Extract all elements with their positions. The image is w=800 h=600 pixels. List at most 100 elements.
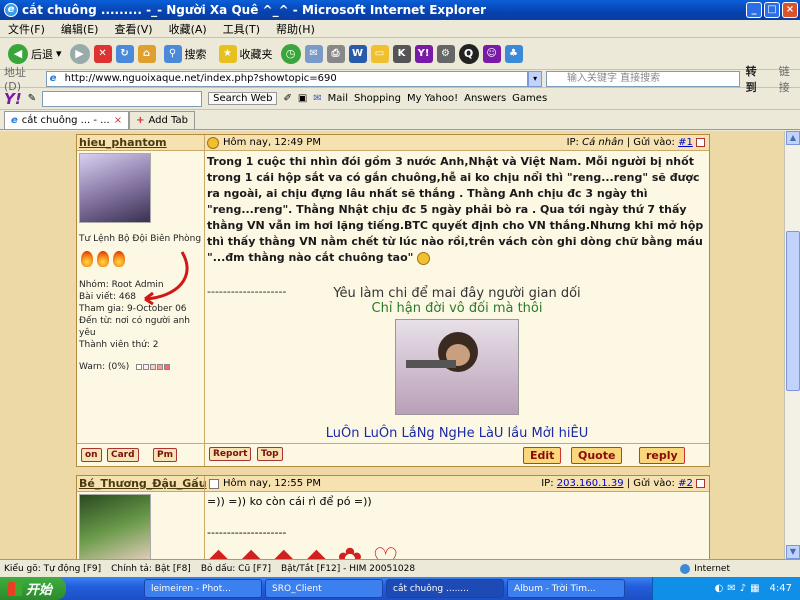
top-button[interactable]: Top xyxy=(257,447,283,461)
stop-icon[interactable]: ✕ xyxy=(93,44,112,63)
spellcheck-status: Chính tả: Bật [F8] xyxy=(111,563,191,574)
task-sro-client[interactable]: SRO_Client xyxy=(265,579,383,598)
menu-help[interactable]: 帮助(H) xyxy=(268,21,323,37)
user-info: Nhóm: Root Admin Bài viết: 468 Tham gia:… xyxy=(79,279,203,373)
maximize-button[interactable]: □ xyxy=(764,2,780,18)
my-yahoo-link[interactable]: My Yahoo! xyxy=(407,93,458,104)
scroll-thumb[interactable] xyxy=(786,231,800,391)
select-post-checkbox[interactable] xyxy=(696,137,705,147)
mail-icon[interactable]: ✉ xyxy=(313,93,321,104)
pm-button[interactable]: Pm xyxy=(153,448,177,462)
yahoo-logo[interactable]: Y! xyxy=(4,90,22,108)
refresh-icon[interactable]: ↻ xyxy=(115,44,134,63)
games-link[interactable]: Games xyxy=(512,93,547,104)
task-ie-current[interactable]: cắt chuông ........ xyxy=(386,579,504,598)
start-button[interactable]: 开始 xyxy=(0,577,66,600)
tool-icon[interactable]: ⚙ xyxy=(436,44,455,63)
address-input[interactable]: http://www.nguoixaque.net/index.php?show… xyxy=(45,70,529,87)
volume-icon[interactable]: ♪ xyxy=(740,583,746,594)
answers-link[interactable]: Answers xyxy=(464,93,506,104)
popup-icon[interactable]: ▣ xyxy=(298,93,307,104)
yahoo-icon[interactable]: Y! xyxy=(414,44,433,63)
user-location: Đến từ: nơi có người anh yêu xyxy=(79,316,191,338)
pencil-icon[interactable]: ✎ xyxy=(28,93,36,104)
vertical-scrollbar[interactable]: ▲ ▼ xyxy=(784,131,800,559)
column-divider xyxy=(204,135,205,466)
flame-icon xyxy=(81,251,93,267)
tab-close-icon[interactable]: × xyxy=(114,115,122,126)
menu-view[interactable]: 查看(V) xyxy=(106,21,160,37)
yahoo-mail-link[interactable]: Mail xyxy=(328,93,348,104)
back-button[interactable]: ◀ 后退 ▾ xyxy=(4,42,66,66)
home-icon[interactable]: ⌂ xyxy=(137,44,156,63)
print-icon[interactable]: ⎙ xyxy=(326,44,345,63)
user-joined: Tham gia: 9-October 06 xyxy=(79,304,187,314)
rank-flames xyxy=(81,251,125,267)
user-member-number: Thành viên thứ: 2 xyxy=(79,340,159,350)
task-album[interactable]: Album - Trời Tim... xyxy=(507,579,625,598)
report-button[interactable]: Report xyxy=(209,447,252,461)
network-icon[interactable]: ▦ xyxy=(750,583,759,594)
online-button[interactable]: on xyxy=(81,448,102,462)
select-post-checkbox[interactable] xyxy=(696,478,705,488)
task-photoshop[interactable]: leimeiren - Phot... xyxy=(144,579,262,598)
him-status: Bật/Tắt [F12] - HIM 20051028 xyxy=(280,563,416,574)
yahoo-search-input[interactable] xyxy=(42,90,203,107)
reply-button[interactable]: reply xyxy=(639,447,685,464)
history-icon[interactable]: ◷ xyxy=(280,43,301,64)
forward-button[interactable]: ▶ xyxy=(69,43,90,64)
back-label: 后退 xyxy=(31,47,53,61)
yahoo-messenger-icon[interactable]: ☺ xyxy=(482,44,501,63)
minimize-button[interactable]: _ xyxy=(746,2,762,18)
menu-favorites[interactable]: 收藏(A) xyxy=(161,21,215,37)
search-web-button[interactable]: Search Web xyxy=(208,92,278,105)
post-username[interactable]: Bé_Thương_Đậu_Gấu xyxy=(79,477,207,490)
signature-line-2: Chỉ hận đời vô đối mà thôi xyxy=(371,301,543,316)
mail-icon[interactable]: ✉ xyxy=(304,44,323,63)
qq-icon[interactable]: Q xyxy=(458,43,479,64)
star-icon: ★ xyxy=(218,44,237,63)
k-icon[interactable]: K xyxy=(392,44,411,63)
note-icon[interactable]: ▭ xyxy=(370,44,389,63)
zone-status: Internet xyxy=(680,563,730,574)
add-tab-button[interactable]: + Add Tab xyxy=(129,111,195,129)
edit-button[interactable]: Edit xyxy=(523,447,562,464)
scroll-down-icon[interactable]: ▼ xyxy=(786,545,800,559)
tray-icon[interactable]: ✉ xyxy=(727,583,735,594)
keyword-search-input[interactable]: 输入关键字 直接搜索 xyxy=(545,70,740,87)
post-ip: IP: 203.160.1.39 | Gửi vào: #2 xyxy=(541,478,705,489)
highlight-icon[interactable]: ✐ xyxy=(283,93,291,104)
status-bar: Kiểu gõ: Tự động [F9] Chính tả: Bật [F8]… xyxy=(0,559,800,577)
ip-link[interactable]: 203.160.1.39 xyxy=(557,478,624,489)
close-button[interactable]: × xyxy=(782,2,798,18)
card-button[interactable]: Card xyxy=(107,448,139,462)
menu-bar: 文件(F) 编辑(E) 查看(V) 收藏(A) 工具(T) 帮助(H) xyxy=(0,20,800,38)
menu-edit[interactable]: 编辑(E) xyxy=(53,21,107,37)
post-text: Trong 1 cuộc thi nhìn đói gồm 3 nước Anh… xyxy=(207,155,704,264)
post-username[interactable]: hieu_phantom xyxy=(79,136,167,149)
scroll-up-icon[interactable]: ▲ xyxy=(786,131,800,145)
page-content: hieu_phantom Hôm nay, 12:49 PM IP: Cá nh… xyxy=(0,131,784,559)
tray-icon[interactable]: ◐ xyxy=(715,583,724,594)
favorites-button[interactable]: ★ 收藏夹 xyxy=(215,43,277,65)
signature-image: ◆ ◆ ◆ ◆ ✿ ♡ xyxy=(207,542,447,559)
menu-file[interactable]: 文件(F) xyxy=(0,21,53,37)
taskbar: 开始 leimeiren - Phot... SRO_Client cắt ch… xyxy=(0,577,800,600)
post-number-link[interactable]: #2 xyxy=(678,478,693,489)
post-body: Trong 1 cuộc thi nhìn đói gồm 3 nước Anh… xyxy=(207,154,707,300)
shopping-link[interactable]: Shopping xyxy=(354,93,401,104)
warn-level: Warn: (0%) xyxy=(79,361,203,373)
window-title: cắt chuông ......... -_- Người Xa Quê ^_… xyxy=(22,3,487,17)
menu-tools[interactable]: 工具(T) xyxy=(215,21,268,37)
warn-bar xyxy=(136,363,171,370)
windows-logo-icon xyxy=(8,581,22,596)
search-button[interactable]: ⚲ 搜索 xyxy=(160,43,211,65)
user-group: Nhóm: Root Admin xyxy=(79,280,164,290)
post-number-link[interactable]: #1 xyxy=(678,137,693,148)
msn-icon[interactable]: ♣ xyxy=(504,44,523,63)
quote-button[interactable]: Quote xyxy=(571,447,623,464)
tab-current[interactable]: e cắt chuông ... - ... × xyxy=(4,111,130,129)
word-icon[interactable]: W xyxy=(348,44,367,63)
address-dropdown-icon[interactable]: ▾ xyxy=(528,70,542,87)
tab-bar: e cắt chuông ... - ... × + Add Tab xyxy=(0,110,800,130)
